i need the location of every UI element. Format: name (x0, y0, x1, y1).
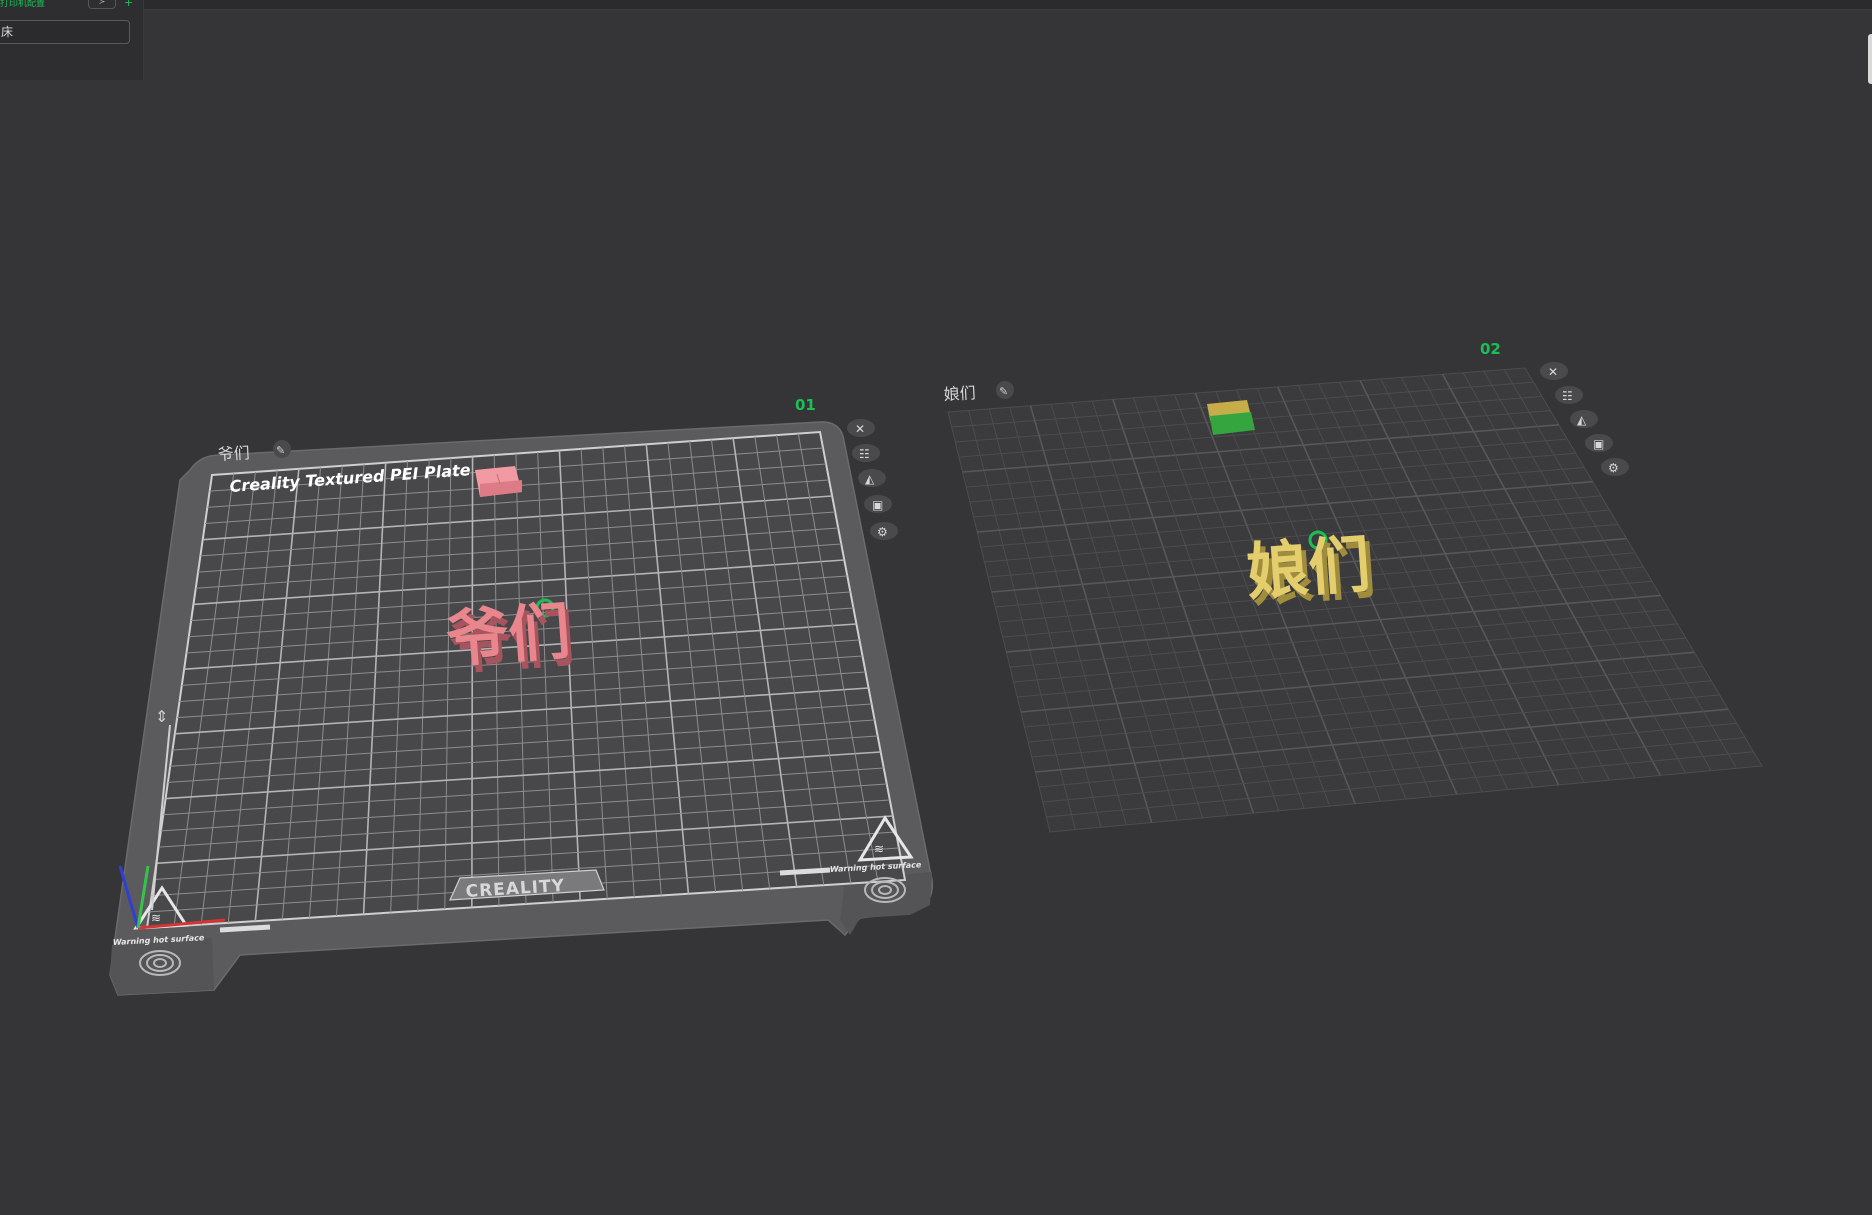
rename-plate-button[interactable]: ✎ (996, 381, 1014, 399)
model-label: 爷们 (444, 594, 573, 675)
plate-01[interactable]: Creality Textured PEI Plate CREALITY ≋ W… (109, 396, 934, 996)
lock-plate-button[interactable]: ▣ (864, 495, 892, 513)
arrange-plate-button[interactable]: ☷ (1555, 386, 1583, 404)
slicer-window: 打印机配置 ≻ + Creality Textured PEI Plate CR… (0, 0, 1872, 1215)
plate-index: 01 (795, 396, 816, 414)
arrange-icon: ☷ (859, 447, 870, 461)
plate-name-label[interactable]: 爷们 (217, 443, 250, 464)
plate-index: 02 (1480, 340, 1501, 358)
close-icon: ✕ (1548, 365, 1558, 379)
plate-settings-button[interactable]: ⚙ (1601, 458, 1629, 476)
svg-text:≋: ≋ (874, 842, 884, 856)
wipe-tower[interactable] (475, 466, 522, 497)
delete-plate-button[interactable]: ✕ (1540, 362, 1568, 380)
orient-icon: ◭ (1577, 413, 1587, 427)
edit-icon: ✎ (276, 444, 285, 457)
svg-text:≋: ≋ (151, 911, 161, 925)
model-text-object[interactable]: 娘们 娘们 (1244, 527, 1378, 614)
bed-edge-line (779, 867, 831, 876)
bed-edge-line (219, 924, 271, 933)
settings-icon: ⚙ (1608, 461, 1619, 475)
edit-icon: ✎ (999, 385, 1008, 398)
plate-settings-button[interactable]: ⚙ (870, 522, 898, 540)
z-indicator-icon: ⇕ (155, 707, 168, 726)
arrange-icon: ☷ (1562, 389, 1573, 403)
wipe-tower[interactable] (1207, 400, 1255, 435)
orient-icon: ◭ (865, 472, 875, 486)
arrange-plate-button[interactable]: ☷ (852, 444, 880, 462)
plate-name-label[interactable]: 娘们 (943, 383, 976, 404)
orient-plate-button[interactable]: ◭ (1570, 410, 1598, 428)
3d-viewport[interactable]: Creality Textured PEI Plate CREALITY ≋ W… (0, 0, 1872, 1215)
settings-icon: ⚙ (877, 525, 888, 539)
delete-plate-button[interactable]: ✕ (847, 419, 875, 437)
lock-icon: ▣ (872, 498, 883, 512)
model-text-object[interactable]: 爷们 爷们 (444, 594, 577, 682)
rename-plate-button[interactable]: ✎ (273, 440, 291, 458)
lock-icon: ▣ (1593, 437, 1604, 451)
close-icon: ✕ (855, 422, 865, 436)
plate-02[interactable]: 娘们 娘们 娘们 ✎ 02 ✕ ☷ ◭ ▣ ⚙ (943, 340, 1763, 833)
lock-plate-button[interactable]: ▣ (1585, 434, 1613, 452)
orient-plate-button[interactable]: ◭ (858, 469, 886, 487)
model-label: 娘们 (1244, 527, 1373, 608)
